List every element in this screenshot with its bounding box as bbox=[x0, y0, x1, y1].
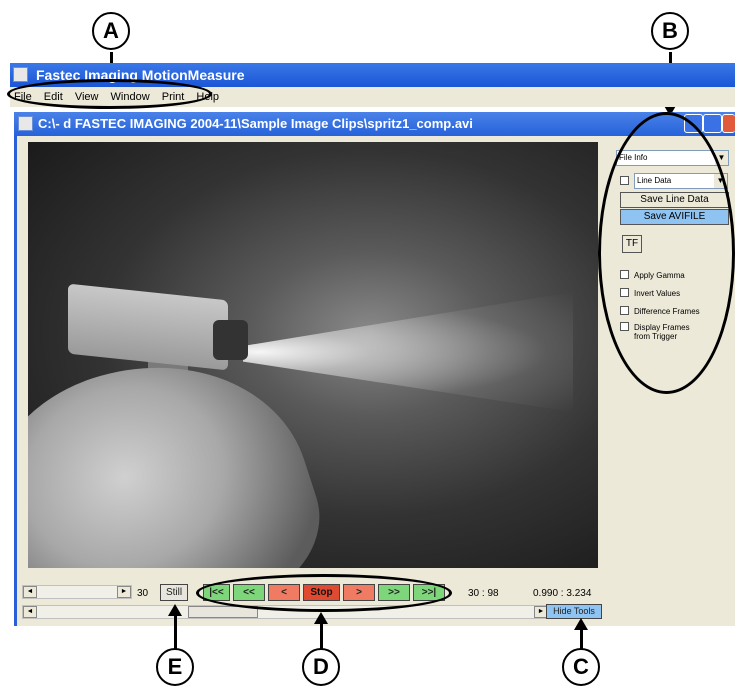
frame-number: 30 bbox=[137, 588, 149, 599]
menu-print[interactable]: Print bbox=[162, 91, 185, 103]
callout-d: D bbox=[302, 648, 340, 686]
callout-e-arrow bbox=[174, 614, 177, 650]
file-info-value: File Info bbox=[619, 153, 648, 162]
step-back-button[interactable]: < bbox=[268, 584, 300, 601]
callout-c-arrow bbox=[580, 628, 583, 650]
close-button[interactable] bbox=[722, 114, 735, 133]
still-button[interactable]: Still bbox=[160, 584, 188, 601]
callout-e: E bbox=[156, 648, 194, 686]
tools-panel: File Info ▼ Line Data ▼ Save Line Data S… bbox=[612, 142, 735, 626]
callout-b: B bbox=[651, 12, 689, 50]
spray-gun-nozzle bbox=[213, 320, 248, 360]
document-icon bbox=[18, 116, 33, 131]
frame-scrollbar[interactable]: ◄ ► bbox=[22, 585, 132, 599]
display-frames-from-trigger-label: Display Frames from Trigger bbox=[634, 323, 690, 341]
first-frame-button[interactable]: |<< bbox=[203, 584, 230, 601]
difference-frames-checkbox[interactable] bbox=[620, 306, 629, 315]
file-info-dropdown[interactable]: File Info ▼ bbox=[616, 150, 729, 166]
invert-values-label: Invert Values bbox=[634, 289, 681, 298]
callout-a: A bbox=[92, 12, 130, 50]
stop-button[interactable]: Stop bbox=[303, 584, 340, 601]
step-forward-button[interactable]: > bbox=[343, 584, 375, 601]
line-data-dropdown[interactable]: Line Data ▼ bbox=[634, 173, 728, 189]
display-frames-from-trigger-checkbox[interactable] bbox=[620, 322, 629, 331]
scroll-left-arrow-icon[interactable]: ◄ bbox=[23, 606, 37, 618]
save-avifile-button[interactable]: Save AVIFILE bbox=[620, 209, 729, 225]
apply-gamma-checkbox[interactable] bbox=[620, 270, 629, 279]
invert-values-checkbox[interactable] bbox=[620, 288, 629, 297]
callout-d-arrow bbox=[320, 622, 323, 650]
last-frame-button[interactable]: >>| bbox=[413, 584, 445, 601]
scroll-thumb[interactable] bbox=[188, 606, 258, 618]
scroll-right-arrow-icon[interactable]: ► bbox=[117, 586, 131, 598]
menu-edit[interactable]: Edit bbox=[44, 91, 63, 103]
menu-view[interactable]: View bbox=[75, 91, 99, 103]
playback-scrollbar[interactable]: ◄ ► bbox=[22, 605, 549, 619]
fast-forward-button[interactable]: >> bbox=[378, 584, 410, 601]
spray-gun-body bbox=[68, 283, 228, 371]
fast-rewind-button[interactable]: << bbox=[233, 584, 265, 601]
callout-c: C bbox=[562, 648, 600, 686]
apply-gamma-label: Apply Gamma bbox=[634, 271, 685, 280]
document-title-bar: C:\- d FASTEC IMAGING 2004-11\Sample Ima… bbox=[14, 112, 735, 136]
spray-plume bbox=[243, 292, 573, 412]
line-data-checkbox[interactable] bbox=[620, 176, 629, 185]
hide-tools-button[interactable]: Hide Tools bbox=[546, 604, 602, 619]
menu-window[interactable]: Window bbox=[111, 91, 150, 103]
time-readout: 0.990 : 3.234 bbox=[533, 588, 592, 599]
video-frame bbox=[28, 142, 598, 568]
difference-frames-label: Difference Frames bbox=[634, 307, 700, 316]
chevron-down-icon: ▼ bbox=[715, 151, 728, 165]
chevron-down-icon: ▼ bbox=[714, 174, 727, 188]
app-title-bar: Fastec Imaging MotionMeasure bbox=[10, 63, 735, 87]
app-icon bbox=[13, 67, 28, 82]
maximize-button[interactable] bbox=[703, 114, 722, 133]
save-line-data-button[interactable]: Save Line Data bbox=[620, 192, 729, 208]
tf-button[interactable]: TF bbox=[622, 235, 642, 253]
minimize-button[interactable] bbox=[684, 114, 703, 133]
frame-counter: 30 : 98 bbox=[468, 588, 499, 599]
menu-bar: File Edit View Window Print Help bbox=[10, 87, 735, 107]
menu-file[interactable]: File bbox=[14, 91, 32, 103]
line-data-value: Line Data bbox=[637, 176, 672, 185]
scroll-left-arrow-icon[interactable]: ◄ bbox=[23, 586, 37, 598]
menu-help[interactable]: Help bbox=[196, 91, 219, 103]
